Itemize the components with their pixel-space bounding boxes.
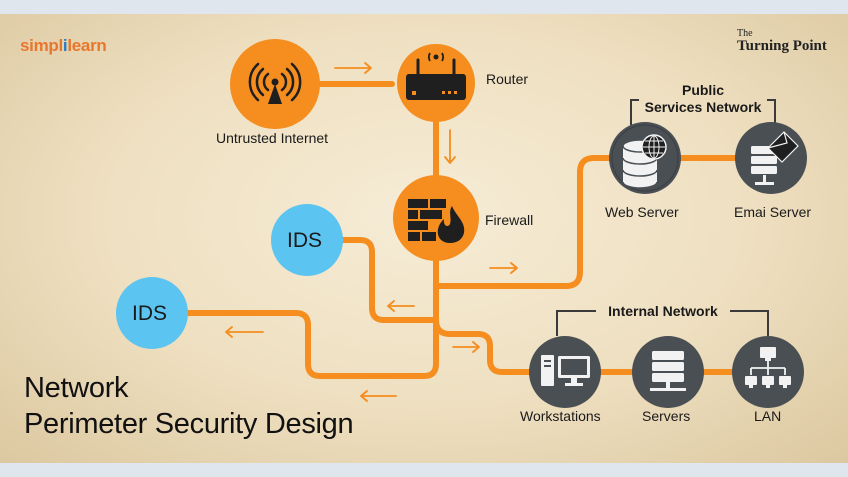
- ids-top-label: IDS: [287, 229, 323, 252]
- servers-label: Servers: [642, 408, 691, 424]
- web-server-label: Web Server: [605, 204, 679, 220]
- web-server-node: [609, 122, 681, 194]
- servers-node: [632, 336, 704, 408]
- arrow-left-1: [387, 300, 415, 312]
- internet-label: Untrusted Internet: [216, 130, 329, 146]
- firewall-label: Firewall: [485, 212, 534, 228]
- public-services-header: Public Services Network: [644, 82, 762, 115]
- internal-network-header: Internal Network: [608, 303, 718, 319]
- network-diagram: [116, 39, 807, 408]
- router-label: Router: [486, 71, 529, 87]
- arrow-right-1: [334, 62, 372, 74]
- firewall-node: [393, 175, 479, 261]
- simplilearn-logo: simplilearn: [20, 36, 107, 55]
- link-internal: [433, 317, 533, 375]
- title-line-2: Perimeter Security Design: [24, 408, 354, 440]
- turning-point-logo: The Turning Point: [737, 28, 827, 54]
- email-server-label: Emai Server: [734, 204, 812, 220]
- lan-node: [732, 336, 804, 408]
- email-server-node: [735, 122, 807, 194]
- arrow-right-2: [489, 262, 518, 274]
- workstations-label: Workstations: [520, 408, 601, 424]
- internet-node: [230, 39, 320, 129]
- diagram-canvas: simplilearn The Turning Point Untrusted …: [0, 0, 848, 477]
- arrow-left-2: [225, 326, 264, 338]
- globe-icon: [641, 134, 667, 160]
- ids-left-label: IDS: [132, 302, 168, 325]
- arrow-down-1: [444, 129, 456, 164]
- arrow-right-3: [452, 341, 480, 353]
- workstations-node: [529, 336, 601, 408]
- lan-label: LAN: [754, 408, 782, 424]
- router-node: [397, 44, 475, 122]
- title-line-1: Network: [24, 372, 129, 404]
- arrow-left-3: [360, 390, 397, 402]
